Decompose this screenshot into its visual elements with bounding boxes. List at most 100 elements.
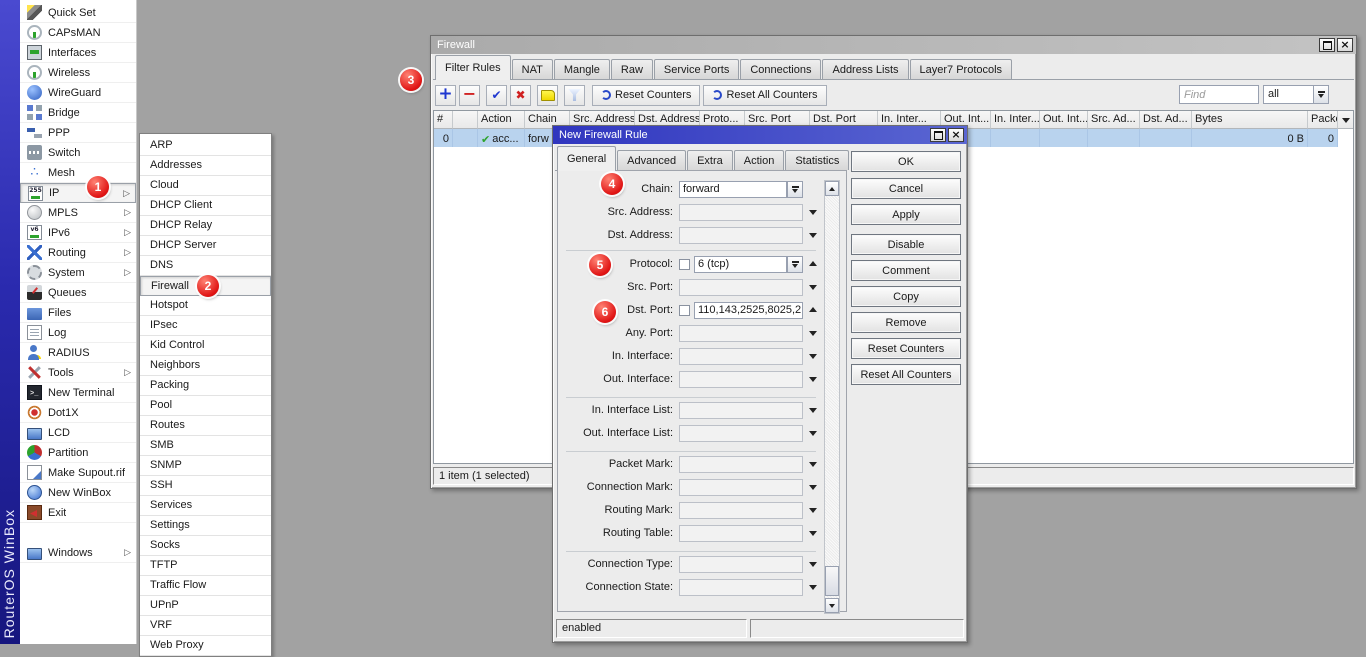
expand-down-icon[interactable] [805, 326, 821, 340]
submenu-item-dhcp-server[interactable]: DHCP Server [140, 236, 271, 256]
sidebar-item-ipv6[interactable]: IPv6 [20, 223, 136, 243]
remove-button[interactable]: Remove [851, 312, 961, 333]
submenu-item-services[interactable]: Services [140, 496, 271, 516]
submenu-item-web-proxy[interactable]: Web Proxy [140, 636, 271, 656]
dst-port-negate-checkbox[interactable] [679, 305, 690, 316]
expand-down-icon[interactable] [805, 426, 821, 440]
col-bytes[interactable]: Bytes [1192, 111, 1308, 129]
tab-service-ports[interactable]: Service Ports [654, 59, 739, 79]
sidebar-item-bridge[interactable]: Bridge [20, 103, 136, 123]
submenu-item-dhcp-client[interactable]: DHCP Client [140, 196, 271, 216]
scroll-up-button[interactable] [825, 181, 839, 196]
in-interface-list-input[interactable] [679, 402, 803, 419]
sidebar-item-partition[interactable]: Partition [20, 443, 136, 463]
reset-counters-button[interactable]: Reset Counters [851, 338, 961, 359]
dropdown-button[interactable] [787, 181, 803, 198]
col-number[interactable]: # [434, 111, 453, 129]
scroll-down-button[interactable] [825, 598, 839, 613]
dropdown-button[interactable] [1313, 85, 1329, 104]
connection-mark-input[interactable] [679, 479, 803, 496]
routing-table-input[interactable] [679, 525, 803, 542]
submenu-item-vrf[interactable]: VRF [140, 616, 271, 636]
src-port-input[interactable] [679, 279, 803, 296]
sidebar-item-radius[interactable]: RADIUS [20, 343, 136, 363]
out-interface-list-input[interactable] [679, 425, 803, 442]
close-button[interactable] [948, 128, 964, 142]
submenu-item-packing[interactable]: Packing [140, 376, 271, 396]
sidebar-item-mpls[interactable]: MPLS [20, 203, 136, 223]
tab-layer7-protocols[interactable]: Layer7 Protocols [910, 59, 1013, 79]
tab-nat[interactable]: NAT [512, 59, 553, 79]
disable-button[interactable]: Disable [851, 234, 961, 255]
collapse-up-icon[interactable] [805, 257, 821, 271]
submenu-item-traffic-flow[interactable]: Traffic Flow [140, 576, 271, 596]
tab-filter-rules[interactable]: Filter Rules [435, 55, 511, 79]
expand-down-icon[interactable] [805, 228, 821, 242]
protocol-negate-checkbox[interactable] [679, 259, 690, 270]
sidebar-item-queues[interactable]: Queues [20, 283, 136, 303]
expand-down-icon[interactable] [805, 526, 821, 540]
filter-scope-combo[interactable]: all [1263, 85, 1329, 104]
sidebar-item-capsman[interactable]: CAPsMAN [20, 23, 136, 43]
submenu-item-routes[interactable]: Routes [140, 416, 271, 436]
expand-down-icon[interactable] [805, 280, 821, 294]
sidebar-item-quick-set[interactable]: Quick Set [20, 3, 136, 23]
submenu-item-snmp[interactable]: SNMP [140, 456, 271, 476]
maximize-button[interactable] [930, 128, 946, 142]
close-button[interactable] [1337, 38, 1353, 52]
find-input[interactable] [1179, 85, 1259, 104]
sidebar-item-ppp[interactable]: PPP [20, 123, 136, 143]
comment-button[interactable]: Comment [851, 260, 961, 281]
sidebar-item-dot1x[interactable]: Dot1X [20, 403, 136, 423]
sidebar-item-routing[interactable]: Routing [20, 243, 136, 263]
column-selector-button[interactable] [1338, 111, 1354, 129]
col-flags[interactable] [453, 111, 478, 129]
maximize-button[interactable] [1319, 38, 1335, 52]
submenu-item-pool[interactable]: Pool [140, 396, 271, 416]
submenu-item-ipsec[interactable]: IPsec [140, 316, 271, 336]
col-out-interface-list[interactable]: Out. Int... [1040, 111, 1088, 129]
copy-button[interactable]: Copy [851, 286, 961, 307]
src-address-input[interactable] [679, 204, 803, 221]
any-port-input[interactable] [679, 325, 803, 342]
expand-down-icon[interactable] [805, 349, 821, 363]
connection-state-input[interactable] [679, 579, 803, 596]
expand-down-icon[interactable] [805, 403, 821, 417]
enable-rule-button[interactable] [486, 85, 507, 106]
submenu-item-tftp[interactable]: TFTP [140, 556, 271, 576]
sidebar-item-new-terminal[interactable]: New Terminal [20, 383, 136, 403]
out-interface-input[interactable] [679, 371, 803, 388]
sidebar-item-log[interactable]: Log [20, 323, 136, 343]
submenu-item-upnp[interactable]: UPnP [140, 596, 271, 616]
sidebar-item-system[interactable]: System [20, 263, 136, 283]
sidebar-item-wireless[interactable]: Wireless [20, 63, 136, 83]
dst-port-input[interactable]: 110,143,2525,8025,2 [694, 302, 803, 319]
in-interface-input[interactable] [679, 348, 803, 365]
submenu-item-dhcp-relay[interactable]: DHCP Relay [140, 216, 271, 236]
tab-general[interactable]: General [557, 146, 616, 170]
reset-all-counters-button[interactable]: Reset All Counters [703, 85, 826, 106]
remove-rule-button[interactable] [459, 85, 480, 106]
col-src-address-list[interactable]: Src. Ad... [1088, 111, 1140, 129]
tab-statistics[interactable]: Statistics [785, 150, 849, 170]
sidebar-item-files[interactable]: Files [20, 303, 136, 323]
col-packets[interactable]: Packets [1308, 111, 1338, 129]
routing-mark-input[interactable] [679, 502, 803, 519]
comment-button[interactable] [537, 85, 558, 106]
collapse-up-icon[interactable] [805, 303, 821, 317]
tab-advanced[interactable]: Advanced [617, 150, 686, 170]
dropdown-button[interactable] [787, 256, 803, 273]
expand-down-icon[interactable] [805, 480, 821, 494]
add-rule-button[interactable] [435, 85, 456, 106]
chain-combo[interactable]: forward [679, 181, 787, 198]
submenu-item-hotspot[interactable]: Hotspot [140, 296, 271, 316]
submenu-item-smb[interactable]: SMB [140, 436, 271, 456]
dst-address-input[interactable] [679, 227, 803, 244]
tab-address-lists[interactable]: Address Lists [822, 59, 908, 79]
col-dst-address-list[interactable]: Dst. Ad... [1140, 111, 1192, 129]
disable-rule-button[interactable] [510, 85, 531, 106]
sidebar-item-interfaces[interactable]: Interfaces [20, 43, 136, 63]
submenu-item-kid-control[interactable]: Kid Control [140, 336, 271, 356]
tab-connections[interactable]: Connections [740, 59, 821, 79]
expand-down-icon[interactable] [805, 457, 821, 471]
